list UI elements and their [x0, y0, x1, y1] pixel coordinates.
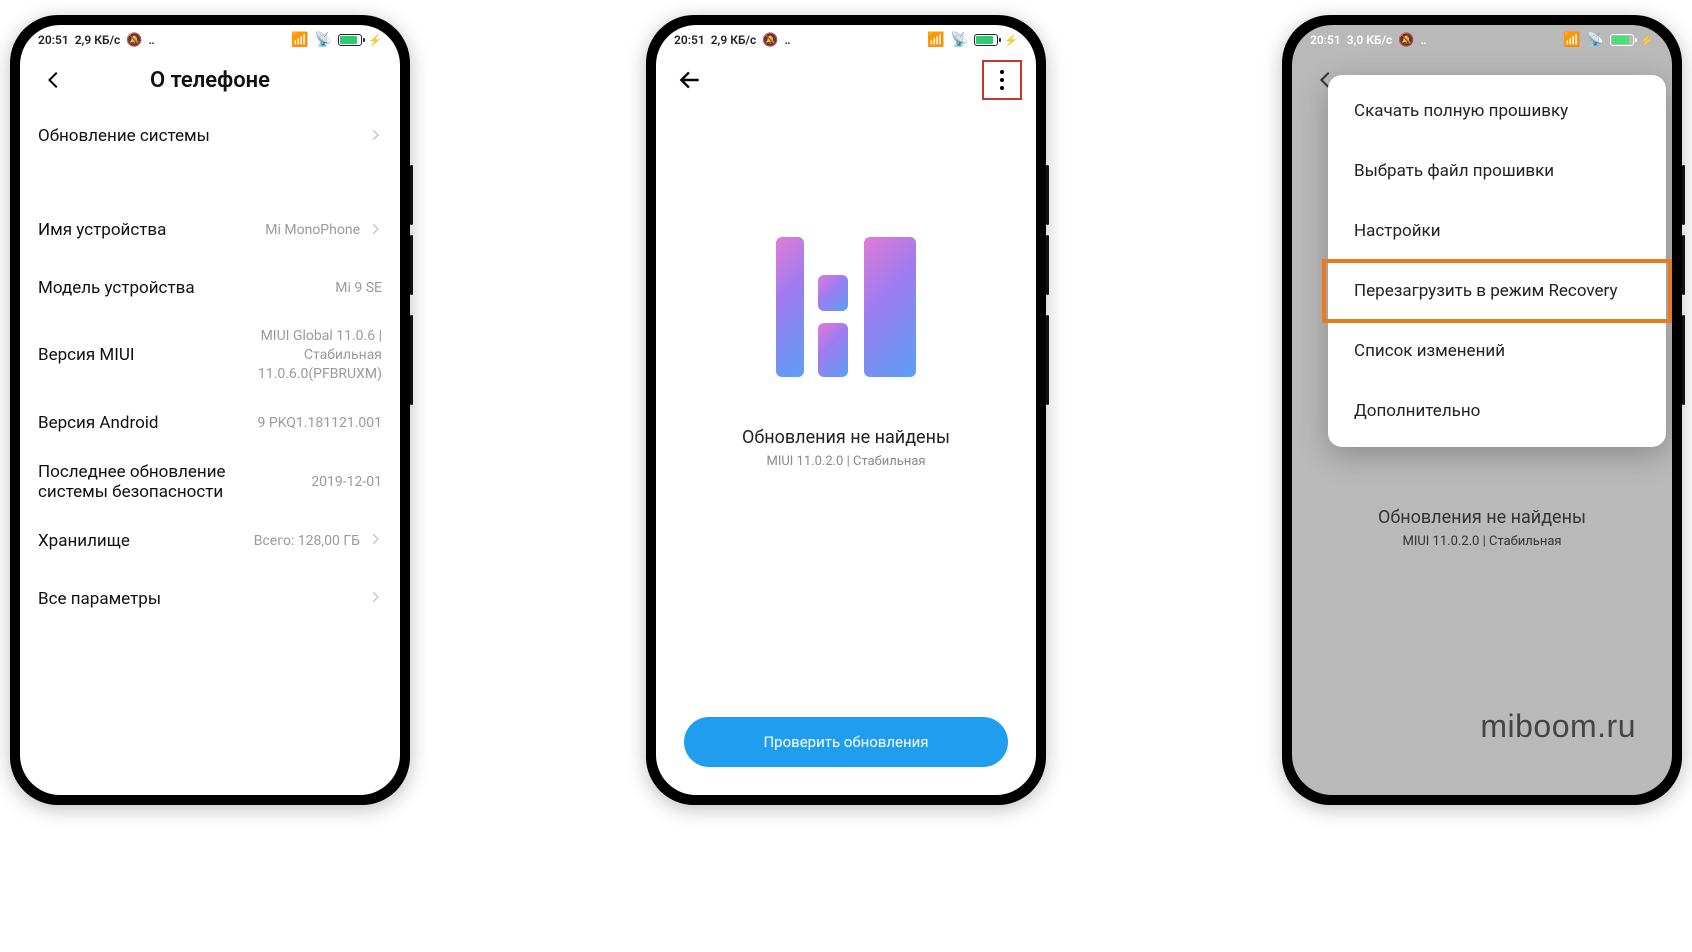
check-updates-button[interactable]: Проверить обновления — [684, 717, 1008, 767]
chevron-right-icon — [368, 531, 382, 550]
more-menu-button[interactable] — [982, 60, 1022, 100]
update-status-title: Обновления не найдены — [742, 427, 950, 448]
row-label: Версия MIUI — [38, 345, 135, 365]
row-value: Всего: 128,00 ГБ — [254, 533, 360, 549]
about-list: Обновление системы Имя устройства Mi Mon… — [20, 107, 400, 628]
wifi-icon: 📡 — [315, 32, 332, 48]
signal-icon: 📶 — [927, 32, 944, 48]
status-more-icon: ‥ — [149, 33, 157, 47]
battery-icon — [338, 34, 362, 46]
chevron-right-icon — [368, 221, 382, 240]
row-security-patch[interactable]: Последнее обновление системы безопасност… — [38, 452, 382, 512]
update-status-title: Обновления не найдены — [1378, 507, 1586, 528]
status-time: 20:51 — [674, 33, 705, 47]
row-value: Mi MonoPhone — [265, 222, 360, 238]
menu-settings[interactable]: Настройки — [1328, 201, 1666, 261]
miui11-logo — [776, 237, 916, 377]
row-miui-version[interactable]: Версия MIUI MIUI Global 11.0.6 | Стабиль… — [38, 317, 382, 394]
row-value: 9 PKQ1.181121.001 — [258, 415, 382, 431]
row-android-version[interactable]: Версия Android 9 PKQ1.181121.001 — [38, 394, 382, 452]
mute-icon: 🔕 — [126, 33, 142, 48]
charging-icon — [1640, 33, 1654, 47]
menu-more[interactable]: Дополнительно — [1328, 381, 1666, 441]
menu-reboot-recovery[interactable]: Перезагрузить в режим Recovery — [1322, 259, 1672, 323]
chevron-right-icon — [368, 589, 382, 608]
back-button[interactable] — [670, 60, 710, 100]
row-label: Версия Android — [38, 413, 159, 433]
update-content-dimmed: Обновления не найдены MIUI 11.0.2.0 | Ст… — [1292, 457, 1672, 549]
row-value: 2019-12-01 — [311, 474, 382, 490]
phone-frame-1: 20:51 2,9 КБ/с 🔕 ‥ 📶 📡 О телефоне — [10, 15, 410, 805]
wifi-icon: 📡 — [1587, 32, 1604, 48]
screen-about-phone: 20:51 2,9 КБ/с 🔕 ‥ 📶 📡 О телефоне — [20, 25, 400, 795]
update-content: Обновления не найдены MIUI 11.0.2.0 | Ст… — [656, 237, 1036, 469]
row-device-name[interactable]: Имя устройства Mi MonoPhone — [38, 201, 382, 259]
menu-choose-firmware-file[interactable]: Выбрать файл прошивки — [1328, 141, 1666, 201]
row-label: Обновление системы — [38, 126, 210, 146]
row-label: Все параметры — [38, 589, 161, 609]
topbar: О телефоне — [20, 53, 400, 107]
row-value: MIUI Global 11.0.6 | Стабильная 11.0.6.0… — [258, 327, 382, 384]
screen-system-update: 20:51 2,9 КБ/с 🔕 ‥ 📶 📡 — [656, 25, 1036, 795]
status-time: 20:51 — [38, 33, 69, 47]
battery-icon — [974, 34, 998, 46]
menu-download-full-firmware[interactable]: Скачать полную прошивку — [1328, 81, 1666, 141]
update-status-sub: MIUI 11.0.2.0 | Стабильная — [766, 454, 925, 469]
update-status-sub: MIUI 11.0.2.0 | Стабильная — [1402, 534, 1561, 549]
row-label: Хранилище — [38, 531, 130, 551]
topbar — [656, 53, 1036, 107]
status-time: 20:51 — [1310, 33, 1341, 47]
back-button[interactable] — [34, 60, 74, 100]
three-phone-stage: 20:51 2,9 КБ/с 🔕 ‥ 📶 📡 О телефоне — [0, 0, 1692, 952]
status-bar: 20:51 2,9 КБ/с 🔕 ‥ 📶 📡 — [20, 25, 400, 53]
wifi-icon: 📡 — [951, 32, 968, 48]
row-value: Mi 9 SE — [335, 280, 382, 296]
status-data-rate: 2,9 КБ/с — [75, 33, 121, 47]
status-data-rate: 3,0 КБ/с — [1347, 33, 1393, 47]
charging-icon — [368, 33, 382, 47]
status-more-icon: ‥ — [1421, 33, 1429, 47]
phone-frame-2: 20:51 2,9 КБ/с 🔕 ‥ 📶 📡 — [646, 15, 1046, 805]
signal-icon: 📶 — [1563, 32, 1580, 48]
status-bar: 20:51 3,0 КБ/с 🔕 ‥ 📶 📡 — [1292, 25, 1672, 53]
mute-icon: 🔕 — [1398, 33, 1414, 48]
status-data-rate: 2,9 КБ/с — [711, 33, 757, 47]
status-bar: 20:51 2,9 КБ/с 🔕 ‥ 📶 📡 — [656, 25, 1036, 53]
row-label: Последнее обновление системы безопасност… — [38, 462, 228, 502]
row-label: Модель устройства — [38, 278, 195, 298]
overflow-menu: Скачать полную прошивку Выбрать файл про… — [1328, 75, 1666, 447]
battery-icon — [1610, 34, 1634, 46]
row-storage[interactable]: Хранилище Всего: 128,00 ГБ — [38, 512, 382, 570]
row-label: Имя устройства — [38, 220, 166, 240]
page-title: О телефоне — [20, 68, 400, 93]
status-more-icon: ‥ — [785, 33, 793, 47]
chevron-right-icon — [368, 127, 382, 146]
watermark-text: miboom.ru — [1480, 708, 1636, 745]
phone-frame-3: 20:51 3,0 КБ/с 🔕 ‥ 📶 📡 Скачать — [1282, 15, 1682, 805]
menu-changelog[interactable]: Список изменений — [1328, 321, 1666, 381]
row-system-update[interactable]: Обновление системы — [38, 107, 382, 165]
mute-icon: 🔕 — [762, 33, 778, 48]
signal-icon: 📶 — [291, 32, 308, 48]
charging-icon — [1004, 33, 1018, 47]
row-model[interactable]: Модель устройства Mi 9 SE — [38, 259, 382, 317]
row-all-params[interactable]: Все параметры — [38, 570, 382, 628]
screen-update-menu: 20:51 3,0 КБ/с 🔕 ‥ 📶 📡 Скачать — [1292, 25, 1672, 795]
